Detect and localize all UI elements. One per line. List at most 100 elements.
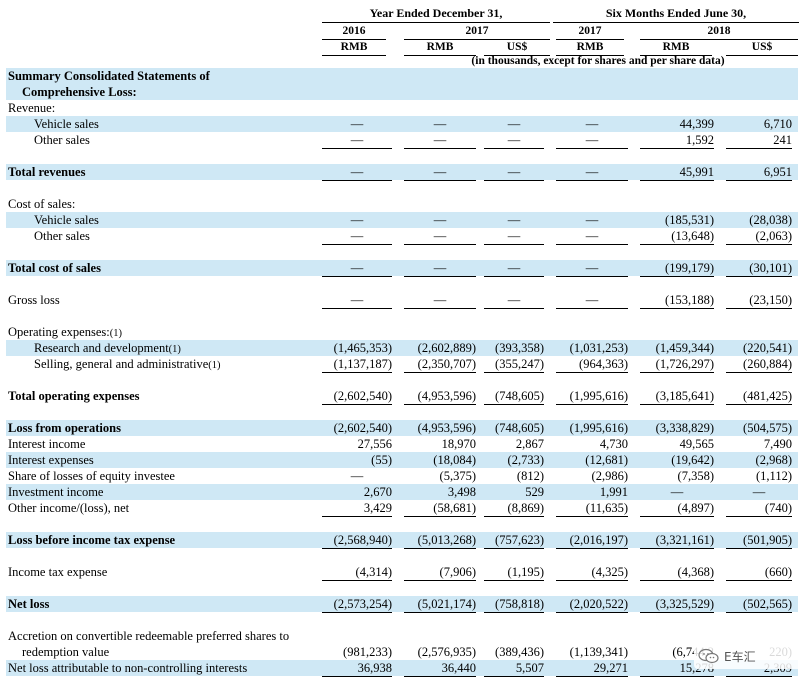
year-2017-half: 2017 [556,24,624,40]
value-cell: 5,507 [484,660,544,677]
value-cell: 27,556 [357,437,392,451]
value-cell: — [484,260,544,277]
value-cell: (2,350,707) [404,356,476,373]
statement-table: Summary Consolidated Statements of Compre… [6,68,798,677]
spacer-row [6,372,798,388]
value-cell: (2,568,940) [322,532,392,549]
value-cell: (355,247) [484,356,544,373]
spacer-row [6,580,798,596]
value-cell: — [507,213,521,227]
value-cell: (18,084) [433,453,476,467]
value-cell: (2,733) [507,453,544,467]
footnote-ref: (1) [208,360,221,371]
units-note: (in thousands, except for shares and per… [471,55,725,67]
value-cell: 529 [525,485,544,499]
value-cell: — [433,117,447,131]
value-cell: (1,139,341) [569,645,628,659]
spacer-row [6,308,798,324]
footnote-ref: (1) [168,344,181,355]
value-cell: — [556,228,628,245]
value-cell: — [322,132,392,149]
value-cell: (7,906) [404,564,476,581]
value-cell: — [585,213,599,227]
value-cell: (2,573,254) [322,596,392,613]
row-label: Other sales [34,229,90,243]
table-row: Gross loss — — — — (153,188) (23,150) [6,292,798,309]
row-label: Other sales [34,133,90,147]
value-cell: 241 [726,132,792,149]
value-cell: (30,101) [726,260,792,277]
value-cell: (5,375) [439,469,476,483]
value-cell: (2,986) [591,469,628,483]
table-row: Total cost of sales — — — — (199,179) (30,101) [6,260,798,277]
table-row: Selling, general and administrative(1) (1… [6,356,798,373]
row-label: Revenue: [8,101,56,115]
value-cell: (4,953,596) [417,421,476,435]
value-cell: (1,465,353) [333,341,392,355]
value-cell: (964,363) [556,356,628,373]
table-row: Net loss attributable to non-controlling… [6,660,798,677]
spacer-row [6,612,798,628]
value-cell: (393,358) [495,341,544,355]
value-cell: (7,358) [677,469,714,483]
value-cell: (1,459,344) [655,341,714,355]
value-cell: — [404,228,476,245]
value-cell: (220,541) [743,341,792,355]
value-cell: — [585,117,599,131]
value-cell: (2,016,197) [556,532,628,549]
row-label: Investment income [8,485,104,499]
value-cell: — [484,132,544,149]
footnote-ref: (1) [109,328,122,339]
value-cell: 1,991 [599,485,628,499]
value-cell: (3,338,829) [655,421,714,435]
year-2017: 2017 [404,24,550,40]
value-cell: (2,602,540) [333,421,392,435]
value-cell: — [752,485,766,499]
value-cell: (3,185,641) [640,388,714,405]
value-cell: — [556,260,628,277]
spacer-row [6,276,798,292]
value-cell: (1,031,253) [569,341,628,355]
row-label: Net loss [8,597,50,611]
value-cell: (812) [516,469,544,483]
value-cell: 3,498 [447,485,476,499]
table-row: Income tax expense (4,314) (7,906) (1,195) (… [6,564,798,581]
value-cell: (1,137,187) [322,356,392,373]
spacer-row [6,404,798,420]
year-2016: 2016 [322,24,386,40]
value-cell: (748,605) [495,421,544,435]
value-cell: (2,602,540) [322,388,392,405]
value-cell: 6,710 [763,117,792,131]
spacer-row [6,180,798,196]
value-cell: (19,642) [671,453,714,467]
value-cell: (758,818) [484,596,544,613]
watermark-text: E车汇 [724,649,756,664]
row-label: Net loss attributable to non-controlling… [8,661,248,675]
table-row: Loss from operations (2,602,540) (4,953,59… [6,420,798,436]
table-row: Interest expenses (55) (18,084) (2,733) (12,… [6,452,798,468]
table-row: Total operating expenses (2,602,540) (4,95… [6,388,798,405]
value-cell: — [433,213,447,227]
row-label: Total cost of sales [8,261,101,275]
value-cell: (4,368) [640,564,714,581]
value-cell: 6,951 [726,164,792,181]
value-cell: (185,531) [665,213,714,227]
header-six-months: Six Months Ended June 30, [553,6,799,23]
value-cell: — [507,117,521,131]
value-cell: 7,490 [763,437,792,451]
row-label: Loss from operations [8,421,121,435]
row-label: Interest income [8,437,86,451]
value-cell: (2,602,889) [417,341,476,355]
value-cell: — [322,228,392,245]
row-label: Total revenues [8,165,86,179]
value-cell: (199,179) [640,260,714,277]
spacer-row [6,548,798,564]
row-label: Accretion on convertible redeemable pref… [8,629,290,659]
value-cell: — [350,213,364,227]
value-cell: (260,884) [726,356,792,373]
table-row: Total revenues — — — — 45,991 6,951 [6,164,798,181]
value-cell: 29,271 [556,660,628,677]
row-label: Income tax expense [8,565,108,579]
value-cell: 2,867 [515,437,544,451]
value-cell: 4,730 [599,437,628,451]
